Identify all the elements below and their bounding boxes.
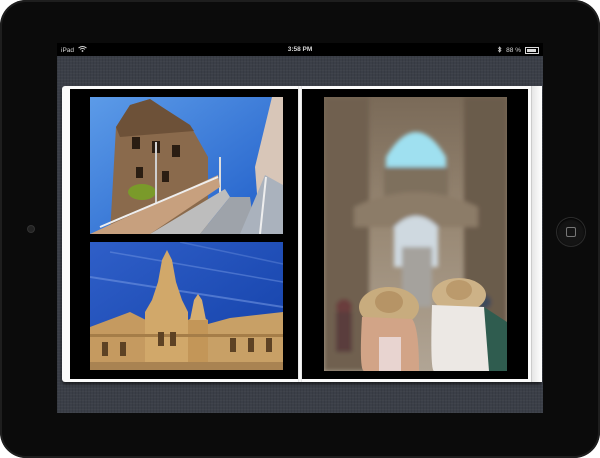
battery-percent: 88 %	[506, 47, 521, 54]
linen-background	[57, 56, 543, 413]
home-square-icon	[566, 227, 576, 237]
screen: iPad 3:58 PM 88 %	[57, 43, 543, 413]
album-page-edge	[531, 86, 542, 382]
ipad-device: iPad 3:58 PM 88 %	[0, 0, 600, 458]
front-camera-icon	[28, 226, 34, 232]
street-tourists-photo[interactable]	[324, 97, 507, 371]
bluetooth-icon	[497, 46, 502, 55]
photo-album[interactable]	[62, 86, 542, 382]
battery-icon	[525, 47, 539, 54]
clock: 3:58 PM	[287, 46, 313, 53]
palace-dome-photo[interactable]	[90, 242, 283, 370]
castle-tower-photo[interactable]	[90, 97, 283, 234]
album-left-page[interactable]	[70, 89, 298, 379]
album-right-page[interactable]	[302, 89, 528, 379]
home-button-icon[interactable]	[557, 218, 585, 246]
status-bar: iPad 3:58 PM 88 %	[57, 43, 543, 56]
